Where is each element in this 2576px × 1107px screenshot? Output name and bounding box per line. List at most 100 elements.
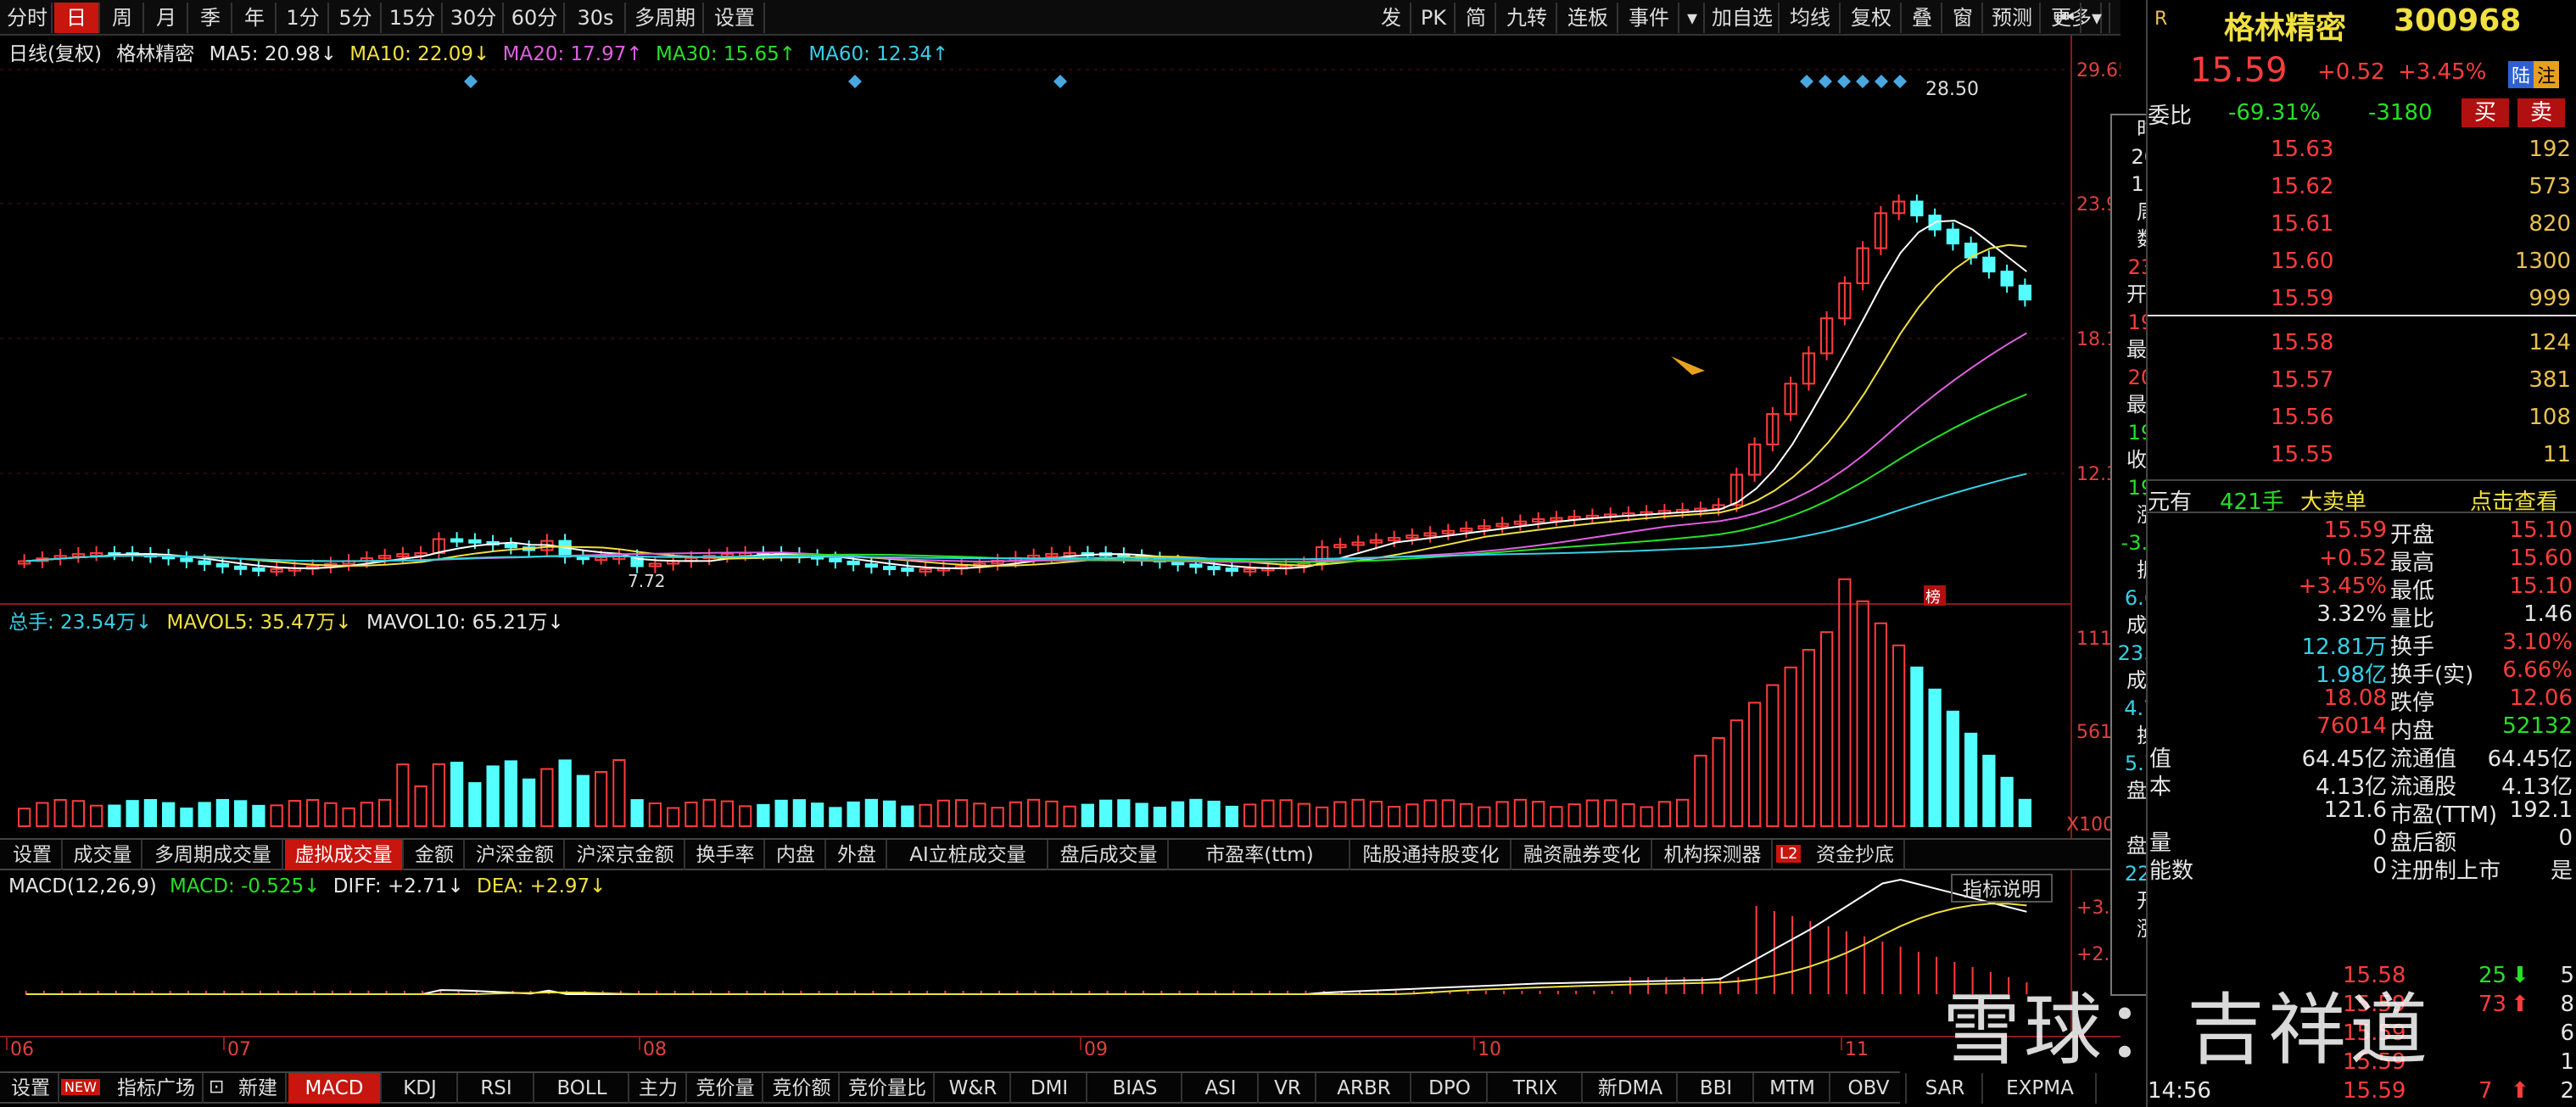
toolbar-right-2[interactable]: 简 (1457, 3, 1496, 33)
bottom-tab-10[interactable]: 竞价量比 (841, 1073, 935, 1104)
indicator-tab-11[interactable]: 盘后成交量 (1050, 840, 1169, 870)
bottom-tab-21[interactable]: MTM (1756, 1073, 1830, 1104)
order-row[interactable]: 15.63 192 (2148, 131, 2576, 167)
stats-value: 12.81万 (2301, 635, 2387, 660)
event-marker-icon[interactable] (1837, 75, 1851, 88)
order-row[interactable]: 15.62 573 (2148, 169, 2576, 204)
bottom-tab-14[interactable]: ASI (1184, 1073, 1259, 1104)
order-row[interactable]: 15.56 108 (2148, 400, 2576, 435)
toolbar-right-9[interactable]: 叠 (1903, 3, 1942, 33)
event-marker-icon[interactable] (464, 75, 478, 88)
indicator-tab-5[interactable]: 沪深金额 (467, 840, 565, 870)
indicator-tab-1[interactable]: 成交量 (64, 840, 142, 870)
chart-canvas[interactable]: 29.6523.9418.1512.361113561X1000+3.68+2.… (0, 36, 2121, 1062)
event-marker-icon[interactable] (1856, 75, 1869, 88)
indicator-tab-10[interactable]: AI立桩成交量 (889, 840, 1048, 870)
event-marker-icon[interactable] (1053, 75, 1067, 88)
toolbar-right-8[interactable]: 复权 (1842, 3, 1902, 33)
indicator-tab-14[interactable]: 融资融券变化 (1513, 840, 1652, 870)
bottom-tab-5[interactable]: RSI (460, 1073, 534, 1104)
event-marker-icon[interactable] (848, 75, 862, 88)
event-marker-icon[interactable] (1819, 75, 1832, 88)
toolbar-left-9[interactable]: 30分 (444, 3, 504, 33)
toolbar-left-4[interactable]: 季 (190, 3, 232, 33)
bottom-tab-7[interactable]: 主力 (631, 1073, 687, 1104)
indicator-tab-15[interactable]: 机构探测器 (1654, 840, 1773, 870)
toolbar-left-8[interactable]: 15分 (383, 3, 443, 33)
bottom-tab-13[interactable]: BIAS (1089, 1073, 1182, 1104)
toolbar-right-1[interactable]: PK (1413, 3, 1456, 33)
indicator-tab-3[interactable]: 虚拟成交量 (285, 840, 404, 870)
toolbar-right-4[interactable]: 连板 (1559, 3, 1618, 33)
buy-button[interactable]: 买 (2461, 98, 2509, 127)
bottom-tab-22[interactable]: OBV (1832, 1073, 1907, 1104)
big-order-view-link[interactable]: 点击查看 (2470, 484, 2558, 516)
indicator-tab-4[interactable]: 金额 (405, 840, 465, 870)
indicator-tab-6[interactable]: 沪深京金额 (567, 840, 685, 870)
indicator-tab-9[interactable]: 外盘 (828, 840, 887, 870)
order-row[interactable]: 15.60 1300 (2148, 243, 2576, 279)
order-row[interactable]: 15.59 999 (2148, 281, 2576, 316)
indicator-tab-13[interactable]: 陆股通持股变化 (1352, 840, 1512, 870)
toolbar-left-1[interactable]: 日 (54, 3, 100, 33)
toolbar-left-0[interactable]: 分时 (3, 3, 53, 33)
indicator-explain-button[interactable]: 指标说明 (1951, 874, 2053, 903)
toolbar-left-5[interactable]: 年 (234, 3, 277, 33)
indicator-tab-8[interactable]: 内盘 (767, 840, 826, 870)
bottom-tab-19[interactable]: 新DMA (1584, 1073, 1678, 1104)
toolbar-right-10[interactable]: 窗 (1944, 3, 1983, 33)
toolbar-left-10[interactable]: 60分 (506, 3, 565, 33)
indicator-tab-12[interactable]: 市盈率(ttm) (1171, 840, 1350, 870)
bottom-tab-11[interactable]: W&R (936, 1073, 1011, 1104)
toolbar-left-6[interactable]: 1分 (278, 3, 329, 33)
bottom-tab-9[interactable]: 竞价额 (765, 1073, 840, 1104)
indicator-tab-0[interactable]: 设置 (3, 840, 63, 870)
toolbar-right-0[interactable]: 发 (1372, 3, 1411, 33)
bottom-tab-8[interactable]: 竞价量 (689, 1073, 763, 1104)
toolbar-right-11[interactable]: 预测 (1985, 3, 2041, 33)
toolbar-left-11[interactable]: 30s (567, 3, 626, 33)
toolbar-right-7[interactable]: 均线 (1781, 3, 1841, 33)
order-row[interactable]: 15.57 381 (2148, 362, 2576, 398)
bottom-tab-0[interactable]: 设置 (3, 1073, 59, 1104)
indicator-tab-2[interactable]: 多周期成交量 (144, 840, 283, 870)
toolbar-right-5[interactable]: 事件 (1620, 3, 1679, 33)
bottom-tab-2[interactable]: 新建 (231, 1073, 287, 1104)
menu-dropdown-icon[interactable]: ▾ (2085, 3, 2110, 33)
bottom-tab-20[interactable]: BBI (1679, 1073, 1754, 1104)
toolbar-left-3[interactable]: 月 (146, 3, 188, 33)
toolbar-right-6[interactable]: 加自选 (1707, 3, 1780, 33)
event-dropdown-icon[interactable]: ▾ (1681, 3, 1705, 33)
bottom-tab-6[interactable]: BOLL (536, 1073, 629, 1104)
toolbar-left-2[interactable]: 周 (102, 3, 144, 33)
bottom-tab-4[interactable]: KDJ (383, 1073, 458, 1104)
event-marker-icon[interactable] (1893, 75, 1907, 88)
toolbar-left-7[interactable]: 5分 (331, 3, 382, 33)
bottom-tab-16[interactable]: ARBR (1318, 1073, 1411, 1104)
order-volume: 573 (2529, 174, 2571, 199)
big-order-bar[interactable]: 元有 421手 大卖单 点击查看 (2148, 479, 2576, 516)
stats-value-2: 192.1 (2509, 797, 2573, 823)
bottom-tab-12[interactable]: DMI (1013, 1073, 1087, 1104)
bottom-tab-18[interactable]: TRIX (1489, 1073, 1583, 1104)
bottom-tab-15[interactable]: VR (1260, 1073, 1316, 1104)
event-marker-icon[interactable] (1875, 75, 1888, 88)
event-marker-icon[interactable] (1800, 75, 1813, 88)
prev-page-icon[interactable]: ⏮ (2051, 3, 2081, 33)
toolbar-right-3[interactable]: 九转 (1498, 3, 1557, 33)
volume-bar (720, 800, 734, 827)
order-row[interactable]: 15.58 124 (2148, 325, 2576, 361)
toolbar-left-12[interactable]: 多周期 (628, 3, 704, 33)
stats-row: +3.45% 最低 15.10 (2148, 573, 2576, 604)
order-row[interactable]: 15.61 820 (2148, 206, 2576, 242)
indicator-tab-7[interactable]: 换手率 (687, 840, 765, 870)
sell-button[interactable]: 卖 (2517, 98, 2565, 127)
bottom-tab-1[interactable]: 指标广场 (110, 1073, 204, 1104)
indicator-tab-16[interactable]: 资金抄底 (1807, 840, 1905, 870)
kline-chart-area[interactable]: 29.6523.9418.1512.361113561X1000+3.68+2.… (0, 36, 2121, 1062)
ranking-badge[interactable]: 榜 (1925, 589, 1941, 607)
order-row[interactable]: 15.55 11 (2148, 437, 2576, 472)
toolbar-left-13[interactable]: 设置 (706, 3, 765, 33)
bottom-tab-3[interactable]: MACD (288, 1073, 382, 1104)
bottom-tab-17[interactable]: DPO (1413, 1073, 1488, 1104)
